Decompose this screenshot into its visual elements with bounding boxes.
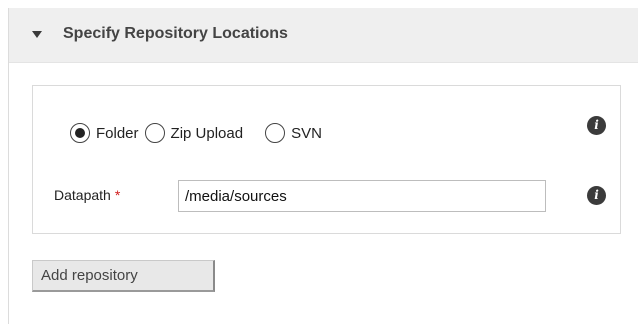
- radio-option-svn[interactable]: SVN: [265, 123, 322, 143]
- panel-title: Specify Repository Locations: [63, 25, 288, 42]
- info-icon[interactable]: i: [587, 186, 606, 205]
- repository-locations-panel: Specify Repository Locations Folder Zip …: [8, 8, 638, 324]
- radio-button-folder[interactable]: [70, 123, 90, 143]
- datapath-label: Datapath *: [54, 187, 120, 203]
- radio-selected-dot: [75, 128, 85, 138]
- radio-label-svn[interactable]: SVN: [291, 125, 322, 142]
- source-type-radio-group: Folder Zip Upload SVN: [70, 120, 322, 146]
- add-repository-button[interactable]: Add repository: [32, 260, 215, 292]
- info-icon[interactable]: i: [587, 116, 606, 135]
- collapse-arrow-icon[interactable]: [32, 31, 42, 38]
- datapath-input[interactable]: [178, 180, 546, 212]
- required-marker: *: [114, 187, 121, 203]
- radio-label-zip-upload[interactable]: Zip Upload: [171, 125, 244, 142]
- panel-header[interactable]: Specify Repository Locations: [9, 8, 638, 63]
- radio-button-zip-upload[interactable]: [144, 123, 165, 143]
- radio-button-svn[interactable]: [265, 123, 286, 143]
- datapath-label-text: Datapath: [54, 187, 111, 203]
- radio-label-folder[interactable]: Folder: [96, 125, 139, 142]
- repository-options-box: Folder Zip Upload SVN i Datapath* i: [32, 85, 621, 234]
- radio-option-zip-upload[interactable]: Zip Upload: [144, 123, 244, 143]
- radio-option-folder[interactable]: Folder: [70, 123, 139, 143]
